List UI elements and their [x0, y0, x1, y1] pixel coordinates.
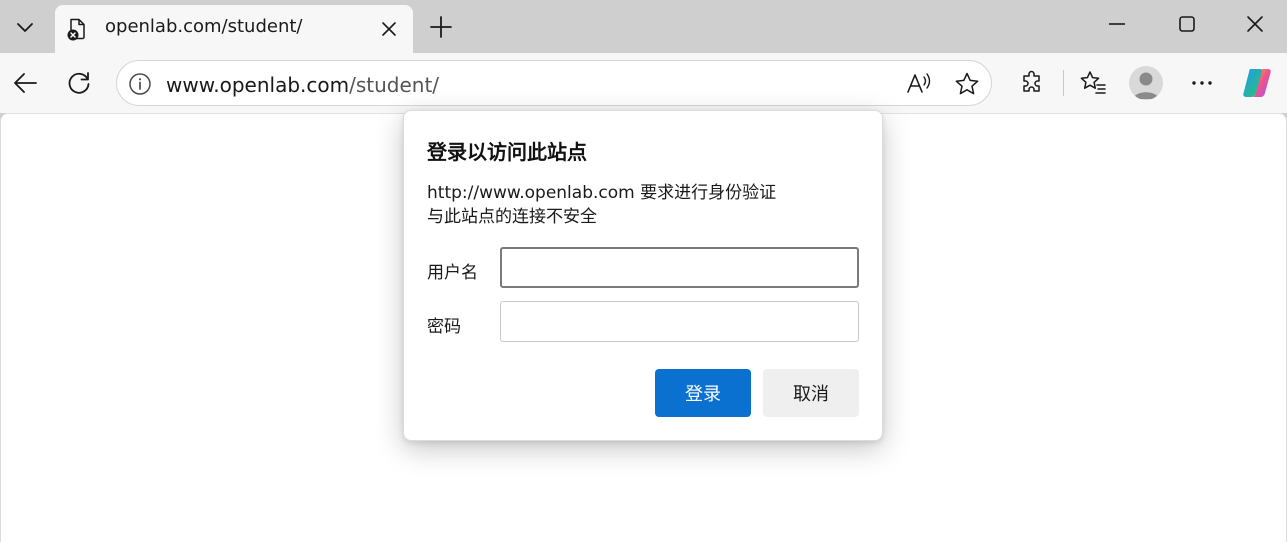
password-input[interactable]: [500, 301, 859, 342]
tab-strip: openlab.com/student/: [0, 0, 1287, 53]
refresh-icon[interactable]: [61, 65, 97, 101]
dialog-title: 登录以访问此站点: [427, 140, 587, 164]
maximize-icon[interactable]: [1164, 8, 1210, 40]
browser-window: openlab.com/student/ www.openlab.com/stu…: [0, 0, 1287, 542]
login-button[interactable]: 登录: [655, 369, 751, 417]
tab-title: openlab.com/student/: [105, 16, 303, 37]
extensions-puzzle-icon[interactable]: [1014, 65, 1050, 101]
tab-close-icon[interactable]: [377, 17, 401, 41]
new-tab-plus-icon[interactable]: [424, 10, 458, 44]
cancel-button[interactable]: 取消: [763, 369, 859, 417]
favorites-star-list-icon[interactable]: [1075, 65, 1111, 101]
navigation-toolbar: www.openlab.com/student/: [0, 53, 1287, 113]
address-bar[interactable]: www.openlab.com/student/: [116, 60, 992, 106]
minimize-icon[interactable]: [1094, 8, 1140, 40]
close-window-icon[interactable]: [1232, 8, 1278, 40]
more-options-icon[interactable]: [1184, 65, 1220, 101]
address-domain: www.openlab.com: [166, 73, 350, 97]
username-label: 用户名: [427, 263, 478, 283]
toolbar-separator: [1063, 70, 1064, 96]
copilot-icon[interactable]: [1239, 65, 1275, 101]
tab-actions-chevron-icon[interactable]: [6, 10, 44, 44]
address-url[interactable]: www.openlab.com/student/: [166, 73, 439, 97]
site-info-icon[interactable]: [127, 71, 153, 97]
back-arrow-icon[interactable]: [7, 65, 43, 101]
read-aloud-icon[interactable]: [905, 70, 933, 98]
username-input[interactable]: [500, 247, 859, 288]
dialog-message-line2: 与此站点的连接不安全: [427, 207, 597, 227]
favorite-star-icon[interactable]: [953, 70, 981, 98]
page-error-icon: [65, 17, 89, 41]
password-label: 密码: [427, 317, 461, 337]
auth-dialog: 登录以访问此站点 http://www.openlab.com 要求进行身份验证…: [403, 110, 883, 441]
dialog-message-line1: http://www.openlab.com 要求进行身份验证: [427, 183, 777, 203]
tab-active[interactable]: openlab.com/student/: [55, 5, 413, 53]
profile-avatar[interactable]: [1129, 66, 1163, 100]
address-path: /student/: [349, 73, 440, 97]
